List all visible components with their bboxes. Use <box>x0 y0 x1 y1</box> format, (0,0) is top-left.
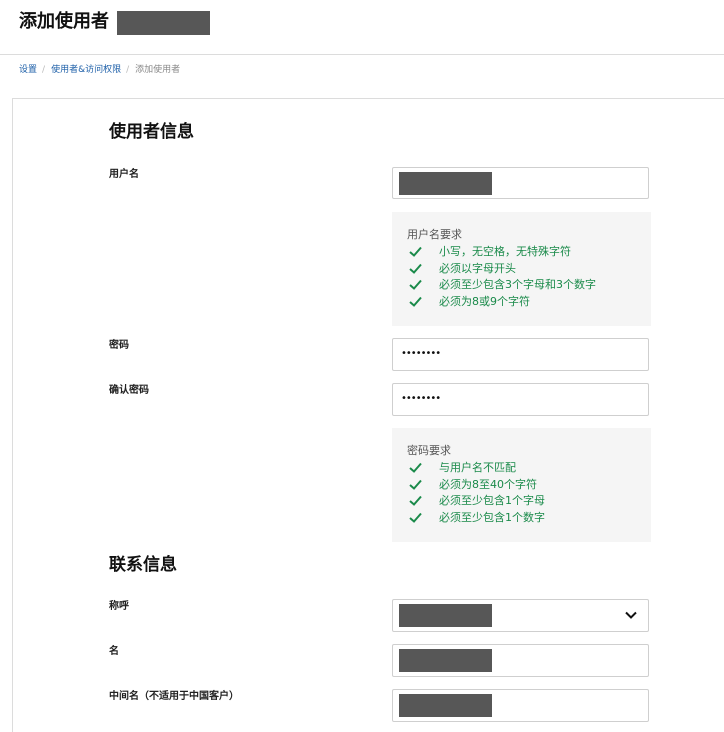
check-icon <box>409 246 422 257</box>
first-name-label: 名 <box>109 646 119 657</box>
chevron-down-icon[interactable] <box>623 607 639 623</box>
redacted-first-name-value <box>399 649 492 672</box>
check-icon <box>409 512 422 523</box>
middle-name-input[interactable] <box>392 689 649 722</box>
salutation-select[interactable] <box>392 599 649 632</box>
confirm-password-label: 确认密码 <box>109 385 149 396</box>
username-input[interactable] <box>392 167 649 199</box>
redacted-middle-name-value <box>399 694 492 717</box>
redacted-username-value <box>399 172 492 195</box>
page-header: 添加使用者 <box>0 0 724 55</box>
salutation-label: 称呼 <box>109 601 129 612</box>
middle-name-label: 中间名（不适用于中国客户） <box>109 691 239 702</box>
confirm-password-masked-value: •••••••• <box>401 393 441 404</box>
redacted-account-name <box>117 11 210 35</box>
requirement-text: 必须至少包含1个数字 <box>439 511 545 524</box>
breadcrumb-current: 添加使用者 <box>135 65 181 75</box>
password-label: 密码 <box>109 340 129 351</box>
password-requirements-title: 密码要求 <box>407 444 451 457</box>
section-title-contact-info: 联系信息 <box>109 555 177 575</box>
password-input[interactable]: •••••••• <box>392 338 649 371</box>
password-masked-value: •••••••• <box>401 348 441 359</box>
username-label: 用户名 <box>109 169 139 180</box>
requirement-text: 必须为8至40个字符 <box>439 478 537 491</box>
requirement-text: 必须至少包含3个字母和3个数字 <box>439 278 596 291</box>
redacted-salutation-value <box>399 604 492 627</box>
breadcrumb-link-settings[interactable]: 设置 <box>19 65 37 75</box>
requirement-text: 与用户名不匹配 <box>439 461 516 474</box>
check-icon <box>409 279 422 290</box>
breadcrumb: 设置 / 使用者&访问权限 / 添加使用者 <box>19 64 180 76</box>
requirement-text: 小写，无空格，无特殊字符 <box>439 245 571 258</box>
username-requirements-title: 用户名要求 <box>407 228 462 241</box>
breadcrumb-link-users-access[interactable]: 使用者&访问权限 <box>51 65 121 75</box>
breadcrumb-separator: / <box>42 65 46 75</box>
page-title: 添加使用者 <box>19 11 109 32</box>
check-icon <box>409 495 422 506</box>
breadcrumb-separator: / <box>126 65 130 75</box>
username-requirements-box: 用户名要求 小写，无空格，无特殊字符 必须以字母开头 必须至少包含3个字母和3个… <box>392 212 651 326</box>
requirement-text: 必须至少包含1个字母 <box>439 494 545 507</box>
requirement-text: 必须为8或9个字符 <box>439 295 530 308</box>
first-name-input[interactable] <box>392 644 649 677</box>
requirement-text: 必须以字母开头 <box>439 262 516 275</box>
check-icon <box>409 479 422 490</box>
password-requirements-box: 密码要求 与用户名不匹配 必须为8至40个字符 必须至少包含1个字母 必须至少包… <box>392 428 651 542</box>
check-icon <box>409 296 422 307</box>
check-icon <box>409 462 422 473</box>
confirm-password-input[interactable]: •••••••• <box>392 383 649 416</box>
check-icon <box>409 263 422 274</box>
section-title-user-info: 使用者信息 <box>109 122 194 142</box>
